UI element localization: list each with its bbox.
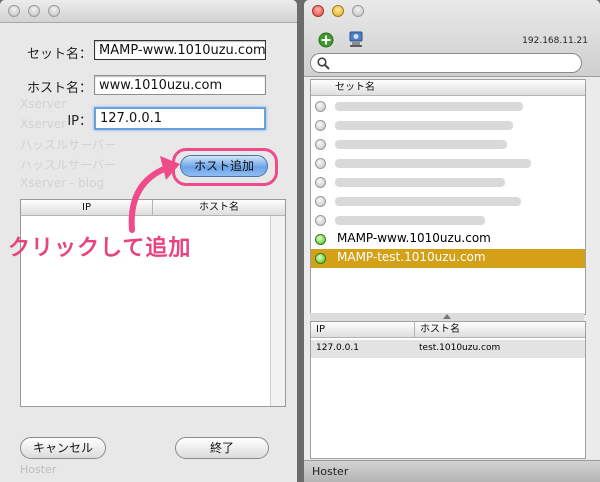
ghost-list-item: ハッスルサーバー <box>20 138 116 152</box>
done-button[interactable]: 終了 <box>175 437 269 459</box>
ip-address-display: 192.168.11.21 <box>522 36 588 46</box>
table-row[interactable]: 127.0.0.1 test.1010uzu.com <box>311 340 585 358</box>
hosts-host-column-header[interactable]: ホスト名 <box>415 322 585 338</box>
annotation-arrow-icon <box>128 156 180 233</box>
status-inactive-icon[interactable] <box>315 196 326 207</box>
toolbar: 192.168.11.21 <box>304 0 600 77</box>
set-name-column-header[interactable]: セット名 <box>311 80 585 96</box>
set-name-label: セット名： <box>26 47 92 62</box>
annotation-text: クリックして追加 <box>8 236 192 261</box>
status-text: Hoster <box>312 465 349 478</box>
search-input[interactable] <box>310 53 582 73</box>
status-bar: Hoster <box>304 460 600 482</box>
list-item[interactable]: MAMP-www.1010uzu.com <box>311 230 585 249</box>
set-name: MAMP-test.1010uzu.com <box>337 250 486 264</box>
minimize-icon[interactable] <box>332 5 344 17</box>
ip-label: IP： <box>67 114 92 129</box>
chevron-up-icon <box>443 314 451 319</box>
close-icon[interactable] <box>312 5 324 17</box>
zoom-icon[interactable] <box>352 5 364 17</box>
network-icon[interactable] <box>348 31 364 48</box>
list-item[interactable] <box>311 97 585 116</box>
list-item[interactable] <box>311 211 585 230</box>
list-item[interactable] <box>311 135 585 154</box>
magnifier-icon <box>317 57 330 70</box>
status-inactive-icon[interactable] <box>315 158 326 169</box>
blurred-set-name <box>335 197 521 206</box>
hoster-main-window: 192.168.11.21 セット名 MAMP-www.1010uzu.com M… <box>304 0 600 482</box>
minimize-icon[interactable] <box>28 5 40 17</box>
set-name-field[interactable]: MAMP-www.1010uzu.com <box>94 40 266 60</box>
blurred-set-name <box>335 102 523 111</box>
set-list: セット名 MAMP-www.1010uzu.com MAMP-test.1010u… <box>310 79 586 315</box>
plus-circle-icon[interactable] <box>318 32 334 48</box>
list-item[interactable] <box>311 173 585 192</box>
host-name-field[interactable]: www.1010uzu.com <box>94 75 266 95</box>
status-active-icon[interactable] <box>315 253 326 264</box>
blurred-set-name <box>335 216 485 225</box>
add-host-button[interactable]: ホスト追加 <box>180 155 268 177</box>
blurred-set-name <box>335 159 531 168</box>
status-inactive-icon[interactable] <box>315 215 326 226</box>
ghost-list-item: Xserver - blog <box>20 176 105 190</box>
hosts-ip-column-header[interactable]: IP <box>311 322 415 338</box>
cancel-button[interactable]: キャンセル <box>20 437 106 459</box>
ghost-list-item: ハッスルサーバー <box>20 158 116 172</box>
sheet-footer-text: Hoster <box>20 463 57 476</box>
sheet-title-bar <box>0 0 297 23</box>
host-ip-cell: 127.0.0.1 <box>316 343 359 353</box>
host-name-cell: test.1010uzu.com <box>419 343 501 353</box>
close-icon[interactable] <box>8 5 20 17</box>
list-item[interactable] <box>311 116 585 135</box>
hosts-table: IP ホスト名 127.0.0.1 test.1010uzu.com <box>310 321 586 459</box>
status-inactive-icon[interactable] <box>315 177 326 188</box>
blurred-set-name <box>335 140 507 149</box>
status-inactive-icon[interactable] <box>315 139 326 150</box>
zoom-icon[interactable] <box>48 5 60 17</box>
set-name: MAMP-www.1010uzu.com <box>337 231 491 245</box>
status-inactive-icon[interactable] <box>315 101 326 112</box>
list-item[interactable] <box>311 192 585 211</box>
ip-field[interactable]: 127.0.0.1 <box>94 107 266 130</box>
table-scrollbar[interactable] <box>270 216 285 406</box>
ghost-list-item: Xserver <box>20 97 67 111</box>
list-item[interactable]: MAMP-test.1010uzu.com <box>311 249 585 268</box>
host-name-label: ホスト名： <box>26 81 92 96</box>
split-divider[interactable] <box>310 313 584 321</box>
blurred-set-name <box>335 178 505 187</box>
list-item[interactable] <box>311 154 585 173</box>
add-host-sheet-window: Xserver Xserver ハッスルサーバー ハッスルサーバー Xserve… <box>0 0 297 482</box>
status-active-icon[interactable] <box>315 234 326 245</box>
status-inactive-icon[interactable] <box>315 120 326 131</box>
blurred-set-name <box>335 121 513 130</box>
